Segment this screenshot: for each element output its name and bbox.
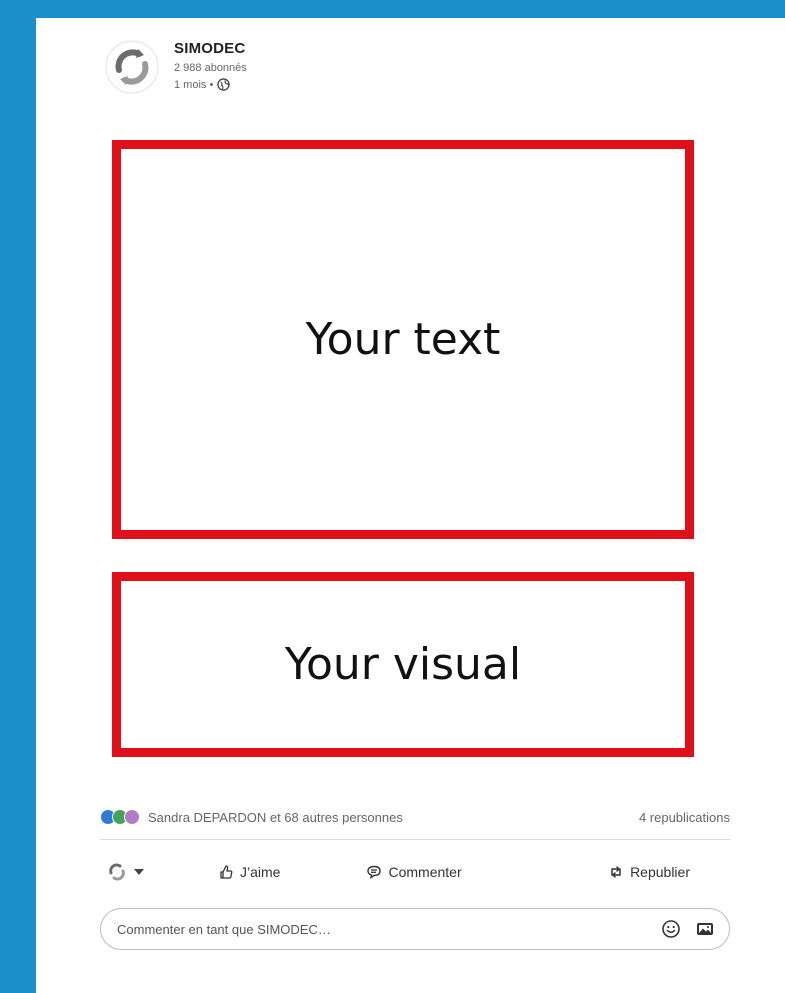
author-name[interactable]: SIMODEC (174, 40, 245, 57)
divider (100, 839, 730, 840)
post-age: 1 mois • (174, 78, 231, 91)
love-reaction-icon (124, 809, 140, 825)
like-label: J’aime (240, 864, 281, 880)
visual-placeholder-label: Your visual (284, 639, 522, 690)
reaction-icons[interactable] (100, 809, 140, 825)
globe-icon (217, 78, 231, 91)
repost-icon (611, 866, 621, 878)
frame-top-border (0, 0, 785, 18)
text-placeholder-label: Your text (305, 314, 501, 365)
comment-label: Commenter (388, 864, 462, 880)
social-counts: Sandra DEPARDON et 68 autres personnes 4… (100, 806, 730, 828)
comment-icon (367, 865, 382, 880)
image-icon[interactable] (695, 919, 715, 939)
frame-left-border (0, 0, 36, 993)
repost-label: Republier (630, 864, 690, 880)
reposts-count[interactable]: 4 republications (639, 810, 730, 825)
comment-box (100, 908, 730, 950)
action-bar: J’aime Commenter Republier (100, 854, 730, 890)
chevron-down-icon (134, 869, 144, 875)
repost-button[interactable]: Republier (608, 864, 690, 880)
visual-placeholder-box: Your visual (112, 572, 694, 757)
comment-input[interactable] (115, 920, 647, 938)
follower-count: 2 988 abonnés (174, 62, 247, 74)
emoji-icon[interactable] (661, 919, 681, 939)
like-icon (220, 865, 233, 879)
reactions-summary[interactable]: Sandra DEPARDON et 68 autres personnes (148, 810, 403, 825)
comment-button[interactable]: Commenter (366, 864, 462, 880)
post-age-text: 1 mois • (174, 78, 214, 91)
actor-selector[interactable] (100, 861, 188, 883)
company-logo-icon (109, 863, 125, 881)
like-button[interactable]: J’aime (218, 864, 280, 880)
company-logo-icon[interactable] (105, 40, 159, 94)
text-placeholder-box: Your text (112, 140, 694, 539)
